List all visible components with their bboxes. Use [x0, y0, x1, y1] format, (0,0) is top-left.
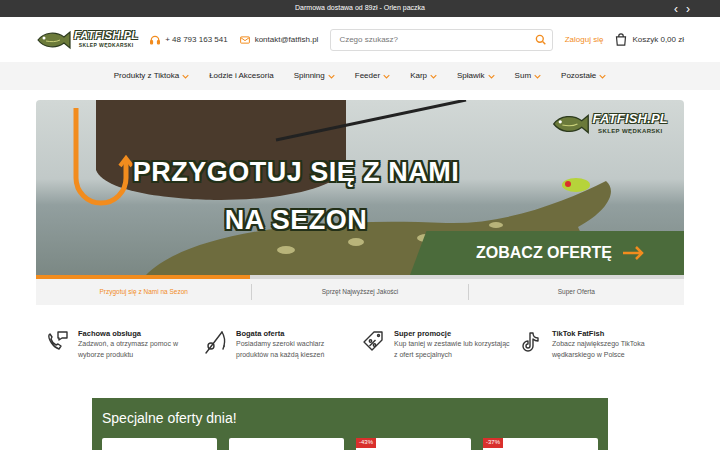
nav-item[interactable]: Feeder — [355, 70, 390, 82]
chevron-down-icon — [182, 74, 189, 79]
fishing-rod-icon — [202, 329, 228, 355]
next-button[interactable]: › — [686, 3, 690, 15]
nav-label: Produkty z Tiktoka — [114, 70, 179, 82]
offer-card[interactable] — [229, 438, 344, 450]
headline-line: PRZYGOTUJ SIĘ Z NAMI — [81, 148, 511, 196]
nav-item[interactable]: Sum — [515, 70, 541, 82]
chevron-down-icon — [534, 74, 541, 79]
chevron-down-icon — [599, 74, 606, 79]
chevron-down-icon — [383, 74, 390, 79]
nav-label: Spławik — [457, 70, 485, 82]
email-address: kontakt@fatfish.pl — [255, 34, 319, 46]
discount-badge: -37% — [483, 438, 503, 448]
prev-button[interactable]: ‹ — [674, 3, 678, 15]
main-menu: Produkty z Tiktoka Łodzie i Akcesoria Spin… — [0, 62, 720, 90]
email-link[interactable]: kontakt@fatfish.pl — [240, 34, 319, 46]
feature-text: Super promocjeKup taniej w zestawie lub … — [394, 329, 512, 361]
feature-description: Zadzwoń, a otrzymasz pomoc w wyborze pro… — [78, 339, 196, 360]
features-row: Fachowa obsługaZadzwoń, a otrzymasz pomo… — [36, 329, 684, 361]
see-offer-label: ZOBACZ OFERTĘ — [476, 241, 612, 265]
offer-cards: -43% -37% — [102, 438, 598, 450]
phone-chat-icon — [44, 329, 70, 355]
banner-headline: PRZYGOTUJ SIĘ Z NAMINA SEZON — [81, 100, 511, 244]
shopping-bag-icon — [615, 33, 627, 46]
nav-item[interactable]: Spławik — [457, 70, 495, 82]
tiktok-icon — [518, 329, 544, 355]
feature-title: Super promocje — [394, 329, 512, 340]
see-offer-button[interactable]: ZOBACZ OFERTĘ — [410, 231, 684, 275]
search-box — [330, 29, 552, 51]
feature-item: TikTok FatFishZobacz największego TikTok… — [518, 329, 676, 361]
banner-logo-tagline: SKLEP WĘDKARSKI — [593, 127, 668, 136]
nav-item[interactable]: Łodzie i Akcesoria — [209, 70, 273, 82]
hero-banner[interactable]: FATFISH.PL SKLEP WĘDKARSKI PRZYGOTUJ SIĘ… — [36, 100, 684, 275]
chevron-down-icon — [488, 74, 495, 79]
nav-label: Pozostałe — [561, 70, 596, 82]
nav-item[interactable]: Spinning — [294, 70, 335, 82]
chevron-down-icon — [430, 74, 437, 79]
feature-text: TikTok FatFishZobacz największego TikTok… — [552, 329, 670, 361]
envelope-icon — [240, 36, 250, 44]
nav-item[interactable]: Pozostałe — [561, 70, 606, 82]
feature-item: Super promocjeKup taniej w zestawie lub … — [360, 329, 518, 361]
chevron-down-icon — [328, 74, 335, 79]
banner-logo: FATFISH.PL SKLEP WĘDKARSKI — [551, 110, 668, 138]
feature-title: Bogata oferta — [236, 329, 354, 340]
feature-item: Fachowa obsługaZadzwoń, a otrzymasz pomo… — [44, 329, 202, 361]
nav-label: Sum — [515, 70, 531, 82]
feature-title: TikTok FatFish — [552, 329, 670, 340]
daily-offers-title: Specjalne oferty dnia! — [102, 408, 598, 429]
slider-tab[interactable]: Super Oferta — [468, 284, 684, 300]
cart-total: Koszyk 0,00 zł — [632, 34, 684, 46]
banner-logo-name: FATFISH.PL — [593, 112, 668, 127]
promo-text: Darmowa dostawa od 89zł - Orlen paczka — [295, 3, 425, 14]
feature-title: Fachowa obsługa — [78, 329, 196, 340]
nav-item[interactable]: Produkty z Tiktoka — [114, 70, 189, 82]
discount-tag-icon — [360, 329, 386, 355]
arrow-right-icon — [622, 246, 644, 260]
nav-label: Feeder — [355, 70, 380, 82]
slider-tab[interactable]: Przygotuj się z Nami na Sezon — [36, 284, 251, 300]
cart-link[interactable]: Koszyk 0,00 zł — [615, 33, 684, 46]
slider-tabs: Przygotuj się z Nami na SezonSprzęt Najw… — [36, 279, 684, 305]
fish-logo-icon — [36, 27, 72, 53]
nav-label: Karp — [410, 70, 427, 82]
feature-description: Zobacz największego TikToka wędkarskiego… — [552, 339, 670, 360]
nav-label: Łodzie i Akcesoria — [209, 70, 273, 82]
promo-bar: Darmowa dostawa od 89zł - Orlen paczka ‹… — [0, 0, 720, 17]
headset-icon — [150, 35, 160, 45]
phone-number: + 48 793 163 541 — [165, 34, 228, 46]
feature-description: Kup taniej w zestawie lub korzystając z … — [394, 339, 512, 360]
nav-label: Spinning — [294, 70, 325, 82]
feature-description: Posiadamy szeroki wachlarz produktów na … — [236, 339, 354, 360]
feature-text: Bogata ofertaPosiadamy szeroki wachlarz … — [236, 329, 354, 361]
nav-item[interactable]: Karp — [410, 70, 437, 82]
logo-name: FATFISH.PL — [74, 29, 138, 42]
slider-tab[interactable]: Sprzęt Najwyższej Jakości — [251, 284, 467, 300]
search-input[interactable] — [339, 34, 534, 46]
logo-tagline: SKLEP WĘDKARSKI — [74, 42, 138, 50]
feature-item: Bogata ofertaPosiadamy szeroki wachlarz … — [202, 329, 360, 361]
feature-text: Fachowa obsługaZadzwoń, a otrzymasz pomo… — [78, 329, 196, 361]
login-link[interactable]: Zaloguj się — [565, 34, 604, 46]
fish-logo-icon — [551, 110, 591, 138]
phone-link[interactable]: + 48 793 163 541 — [150, 34, 228, 46]
offer-card[interactable]: -43% — [356, 438, 471, 450]
offer-card[interactable] — [102, 438, 217, 450]
logo[interactable]: FATFISH.PL SKLEP WĘDKARSKI — [36, 27, 138, 53]
offer-card[interactable]: -37% — [483, 438, 598, 450]
search-icon[interactable] — [535, 34, 546, 45]
discount-badge: -43% — [356, 438, 376, 448]
site-header: FATFISH.PL SKLEP WĘDKARSKI + 48 793 163 … — [36, 17, 684, 62]
daily-offers-panel: Specjalne oferty dnia! -43% -37% — [92, 398, 608, 450]
